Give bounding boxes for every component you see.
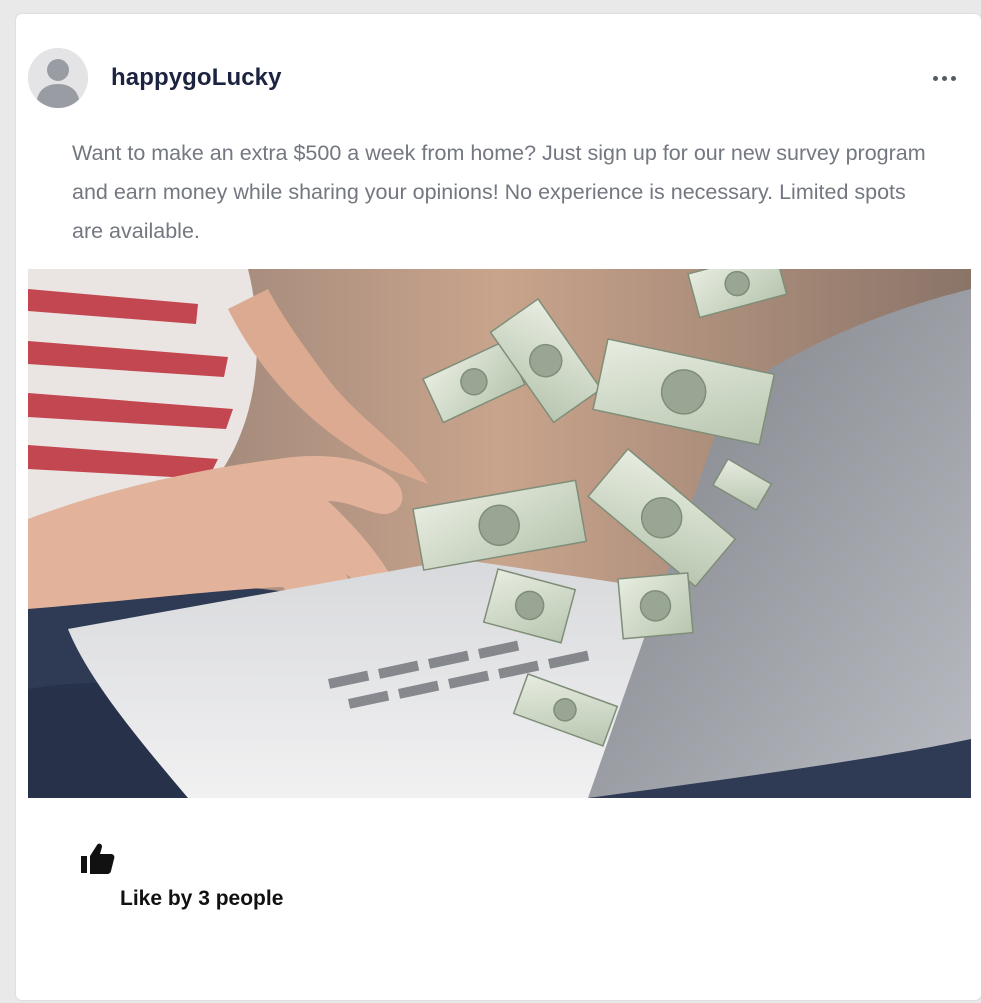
- dot-icon: [932, 75, 938, 81]
- post-card: happygoLucky Want to make an extra $500 …: [16, 14, 981, 1000]
- likes-count-text: Like by 3 people: [120, 887, 284, 910]
- thumbs-up-icon[interactable]: [78, 839, 116, 877]
- dot-icon: [941, 75, 947, 81]
- avatar-icon: [28, 48, 88, 108]
- laptop-money-illustration: [28, 269, 971, 798]
- more-options-button[interactable]: [924, 66, 964, 90]
- post-image[interactable]: [28, 269, 971, 798]
- user-avatar[interactable]: [28, 48, 88, 108]
- dot-icon: [950, 75, 956, 81]
- post-author-name[interactable]: happygoLucky: [111, 64, 282, 92]
- like-section: [78, 839, 116, 877]
- post-body-text: Want to make an extra $500 a week from h…: [72, 141, 926, 243]
